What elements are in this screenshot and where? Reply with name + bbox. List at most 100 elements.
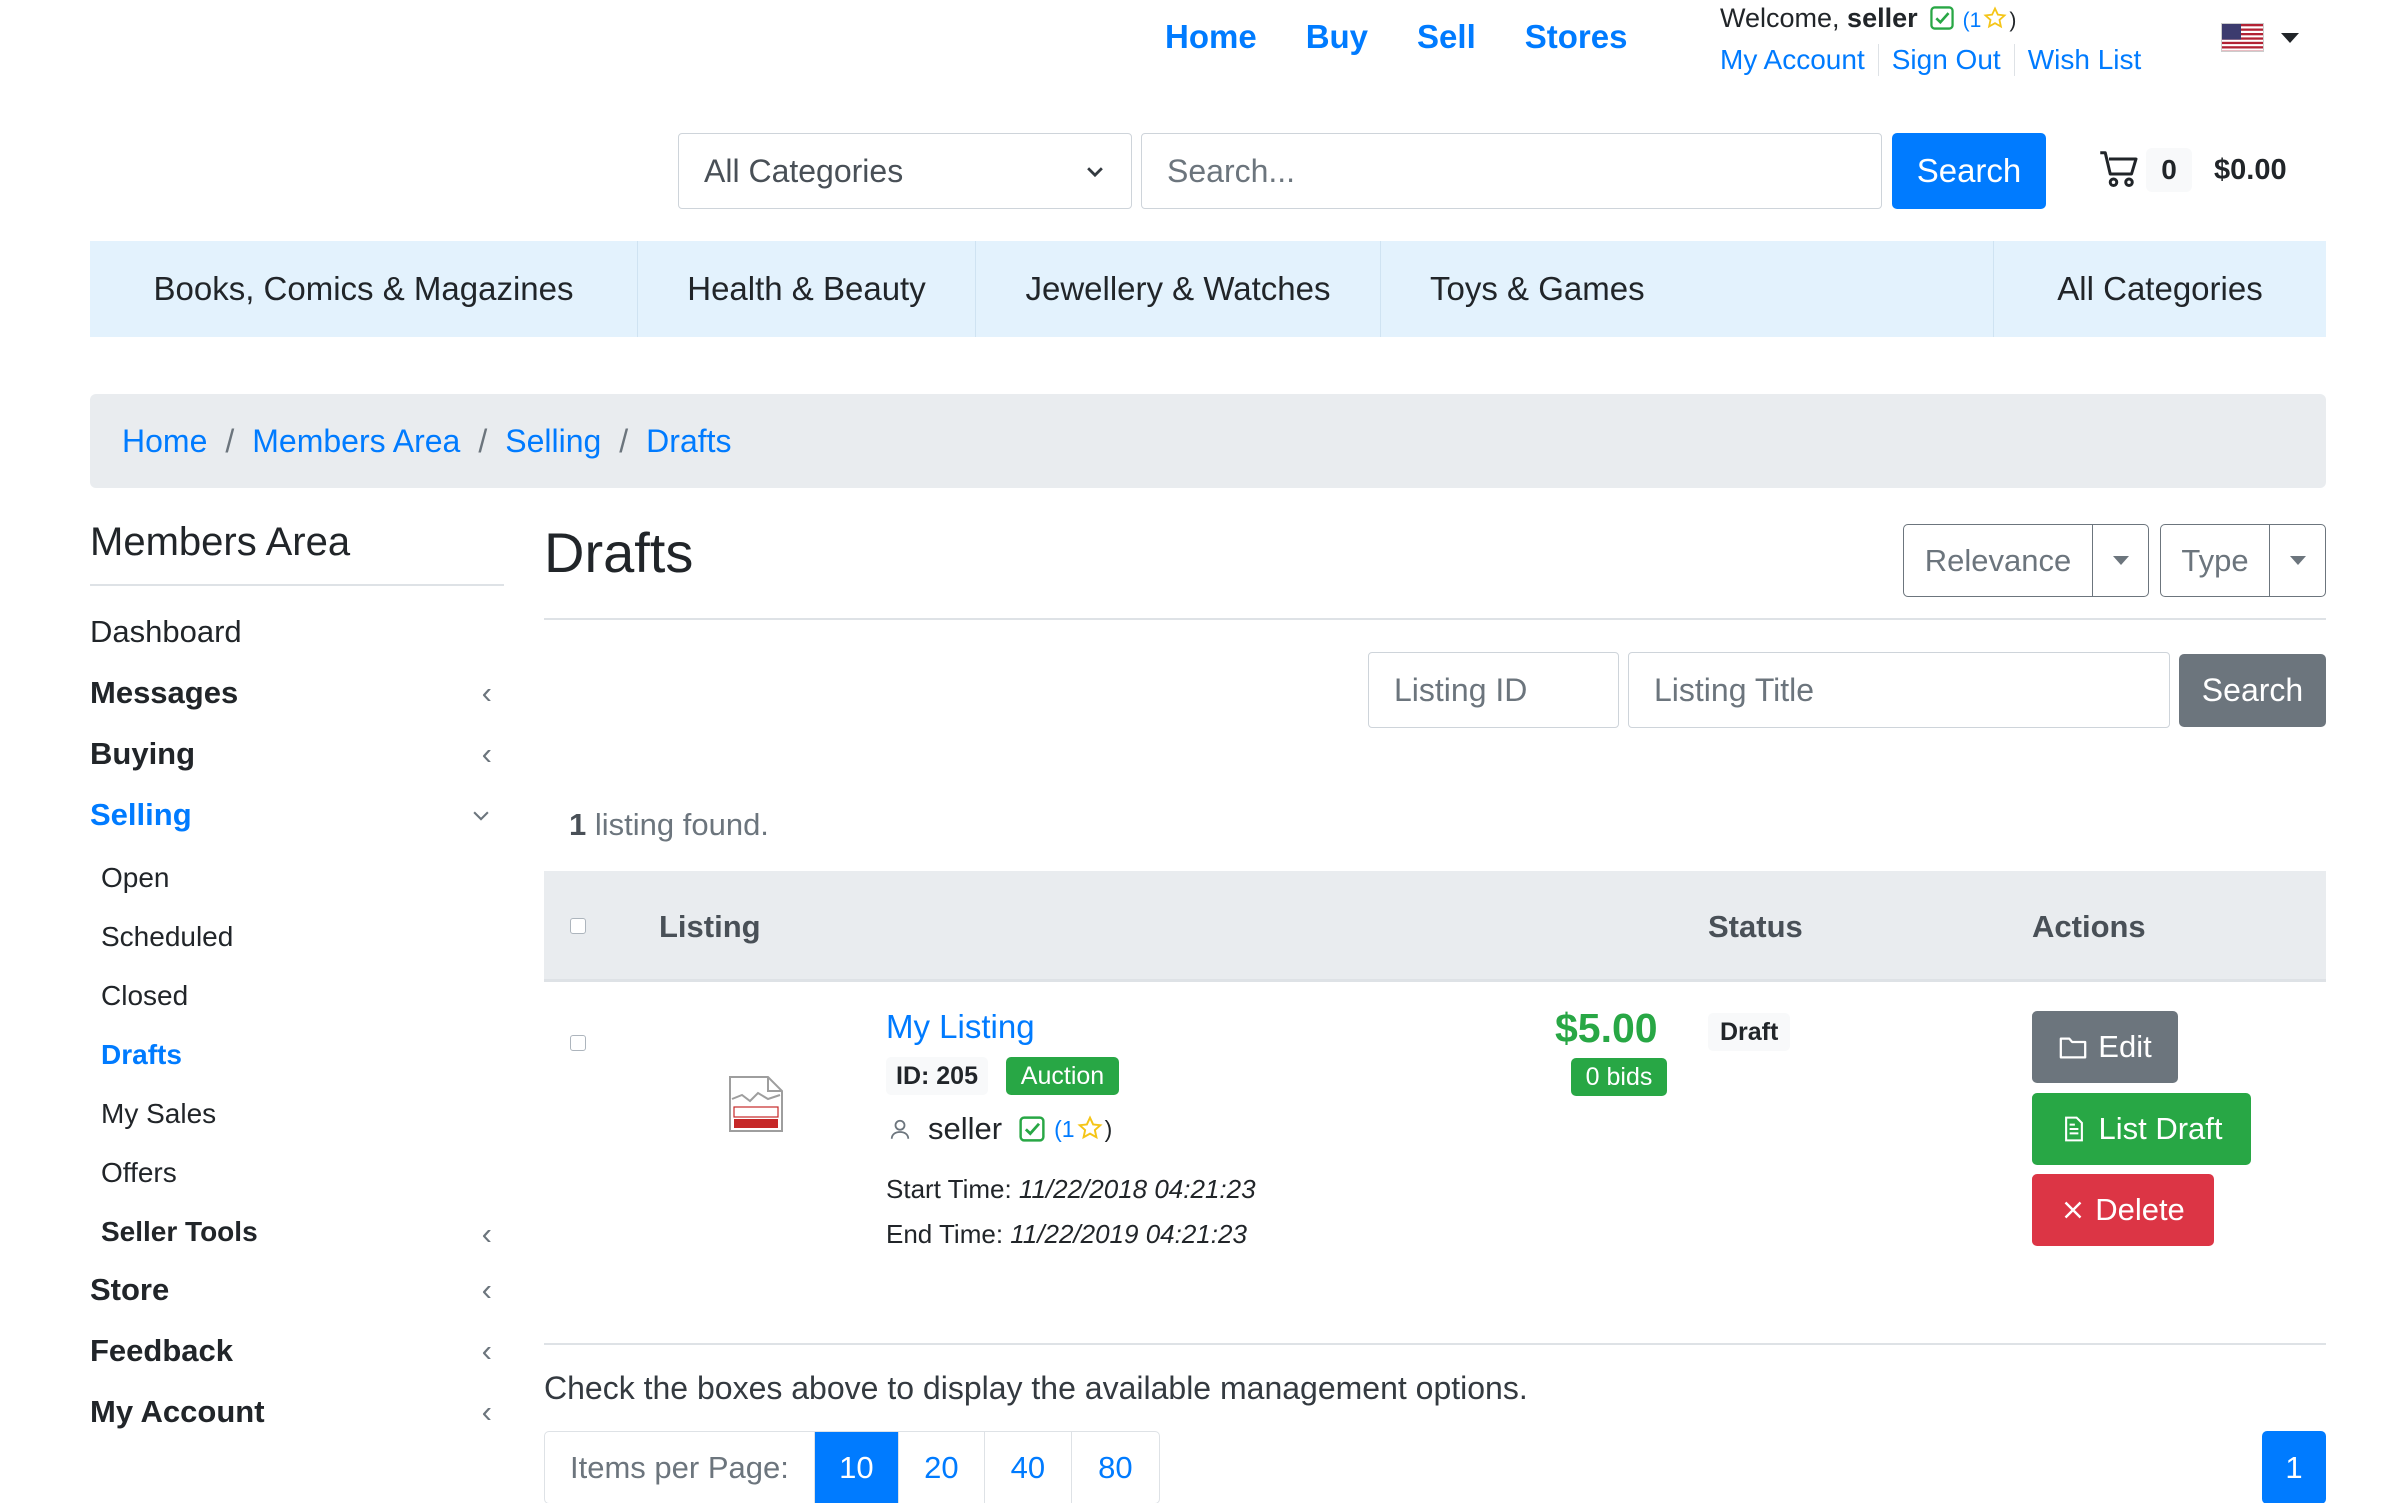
chevron-down-icon	[1087, 167, 1103, 178]
welcome-username: seller	[1847, 3, 1918, 33]
category-select[interactable]: All Categories	[678, 133, 1132, 209]
listing-start-time: Start Time: 11/22/2018 04:21:23	[886, 1174, 1256, 1204]
search-button[interactable]: Search	[1892, 133, 2046, 209]
breadcrumb-separator: /	[225, 422, 235, 459]
chevron-left-icon: ‹	[481, 675, 492, 710]
page-size-20[interactable]: 20	[897, 1432, 984, 1503]
results-count: 1 listing found.	[569, 807, 769, 842]
sort-relevance-label: Relevance	[1924, 542, 2072, 578]
nav-home-link[interactable]: Home	[1165, 18, 1257, 56]
category-jewellery-watches[interactable]: Jewellery & Watches	[976, 241, 1381, 337]
breadcrumb-members-area[interactable]: Members Area	[252, 423, 460, 460]
table-header: Listing Status Actions	[544, 871, 2326, 982]
nav-stores-link[interactable]: Stores	[1525, 18, 1628, 56]
cart-total[interactable]: $0.00	[2214, 154, 2287, 187]
auction-badge: Auction	[1006, 1057, 1119, 1095]
column-header-actions: Actions	[2032, 909, 2146, 944]
language-dropdown-caret-icon[interactable]	[2281, 33, 2299, 43]
wish-list-link[interactable]: Wish List	[2013, 44, 2155, 76]
sidebar-item-buying[interactable]: Buying ‹	[90, 736, 504, 772]
sign-out-link[interactable]: Sign Out	[1877, 44, 2014, 76]
filter-search-button[interactable]: Search	[2179, 654, 2326, 727]
sort-relevance-dropdown[interactable]: Relevance	[1903, 524, 2149, 597]
sort-type-dropdown[interactable]: Type	[2160, 524, 2326, 597]
sort-relevance-caret-icon[interactable]	[2092, 525, 2148, 596]
my-account-link[interactable]: My Account	[1720, 44, 1878, 76]
category-select-value: All Categories	[704, 152, 904, 189]
seller-name[interactable]: seller	[928, 1111, 1002, 1147]
category-bar-spacer	[1684, 241, 1994, 337]
list-draft-button[interactable]: List Draft	[2032, 1093, 2251, 1165]
breadcrumb-selling[interactable]: Selling	[505, 423, 601, 460]
star-icon	[1076, 1115, 1103, 1140]
bids-badge: 0 bids	[1571, 1058, 1667, 1096]
row-select-checkbox[interactable]	[570, 1035, 586, 1051]
sidebar-item-store[interactable]: Store ‹	[90, 1272, 504, 1308]
delete-button[interactable]: Delete	[2032, 1174, 2214, 1246]
title-divider	[544, 618, 2326, 620]
nav-sell-link[interactable]: Sell	[1417, 18, 1476, 56]
star-icon	[1983, 6, 2007, 29]
breadcrumb-drafts[interactable]: Drafts	[646, 423, 731, 460]
breadcrumb: Home / Members Area / Selling / Drafts	[90, 394, 2326, 488]
nav-buy-link[interactable]: Buy	[1306, 18, 1368, 56]
sidebar-item-dashboard[interactable]: Dashboard	[90, 614, 504, 650]
sidebar-title: Members Area	[90, 520, 351, 564]
cart-icon[interactable]	[2099, 149, 2139, 189]
listing-title-input[interactable]: Listing Title	[1628, 652, 2170, 728]
verified-check-icon	[1019, 1116, 1045, 1142]
column-header-listing: Listing	[659, 909, 761, 944]
sidebar-subitem-seller-tools[interactable]: Seller Tools ‹	[101, 1216, 504, 1252]
management-note: Check the boxes above to display the ava…	[544, 1370, 1528, 1406]
breadcrumb-home[interactable]: Home	[122, 423, 207, 460]
feedback-score[interactable]: (1)	[1963, 6, 2016, 32]
sidebar-subitem-closed[interactable]: Closed	[101, 980, 504, 1012]
category-all[interactable]: All Categories	[1994, 241, 2326, 337]
category-bar: Books, Comics & Magazines Health & Beaut…	[90, 241, 2326, 337]
column-header-status: Status	[1708, 909, 1803, 944]
sidebar-subitem-drafts[interactable]: Drafts	[101, 1039, 504, 1071]
sidebar-divider	[90, 584, 504, 586]
status-badge: Draft	[1708, 1013, 1791, 1051]
sidebar-item-my-account[interactable]: My Account ‹	[90, 1394, 504, 1430]
chevron-left-icon: ‹	[481, 1394, 492, 1429]
sidebar-item-messages[interactable]: Messages ‹	[90, 675, 504, 711]
sidebar-item-feedback[interactable]: Feedback ‹	[90, 1333, 504, 1369]
category-toys-games[interactable]: Toys & Games	[1381, 241, 1684, 337]
breadcrumb-separator: /	[478, 422, 488, 459]
chevron-down-icon	[473, 811, 489, 821]
broken-image-icon[interactable]	[728, 1075, 784, 1133]
search-input[interactable]: Search...	[1141, 133, 1882, 209]
category-books[interactable]: Books, Comics & Magazines	[90, 241, 638, 337]
search-placeholder: Search...	[1167, 152, 1296, 189]
page-size-40[interactable]: 40	[983, 1432, 1071, 1503]
items-per-page-label: Items per Page:	[570, 1449, 789, 1485]
chevron-left-icon: ‹	[481, 736, 492, 771]
seller-feedback[interactable]: (1)	[1018, 1115, 1112, 1143]
us-flag-icon[interactable]	[2221, 23, 2264, 52]
sidebar-subitem-open[interactable]: Open	[101, 862, 504, 894]
listing-id-input[interactable]: Listing ID	[1368, 652, 1619, 728]
listing-id-badge: ID: 205	[886, 1057, 988, 1095]
sort-type-label: Type	[2181, 542, 2249, 578]
page-size-10[interactable]: 10	[813, 1432, 898, 1503]
listing-title-link[interactable]: My Listing	[886, 1008, 1035, 1046]
chevron-left-icon: ‹	[481, 1216, 492, 1251]
sidebar-item-selling[interactable]: Selling	[90, 797, 504, 833]
page-title: Drafts	[544, 521, 694, 584]
sidebar-subitem-my-sales[interactable]: My Sales	[101, 1098, 504, 1130]
sort-type-caret-icon[interactable]	[2269, 525, 2325, 596]
page-size-80[interactable]: 80	[1070, 1432, 1159, 1503]
chevron-left-icon: ‹	[481, 1272, 492, 1307]
pagination-page-1[interactable]: 1	[2262, 1431, 2326, 1503]
cart-count[interactable]: 0	[2146, 148, 2192, 192]
sidebar-subitem-scheduled[interactable]: Scheduled	[101, 921, 504, 953]
edit-button[interactable]: Edit	[2032, 1011, 2178, 1083]
select-all-checkbox[interactable]	[570, 918, 586, 934]
listing-price: $5.00	[1555, 1005, 1658, 1051]
listing-seller: seller (1)	[888, 1111, 1112, 1147]
file-icon	[2065, 1116, 2084, 1142]
sidebar-subitem-offers[interactable]: Offers	[101, 1157, 504, 1189]
category-health-beauty[interactable]: Health & Beauty	[638, 241, 976, 337]
user-icon	[890, 1119, 910, 1139]
